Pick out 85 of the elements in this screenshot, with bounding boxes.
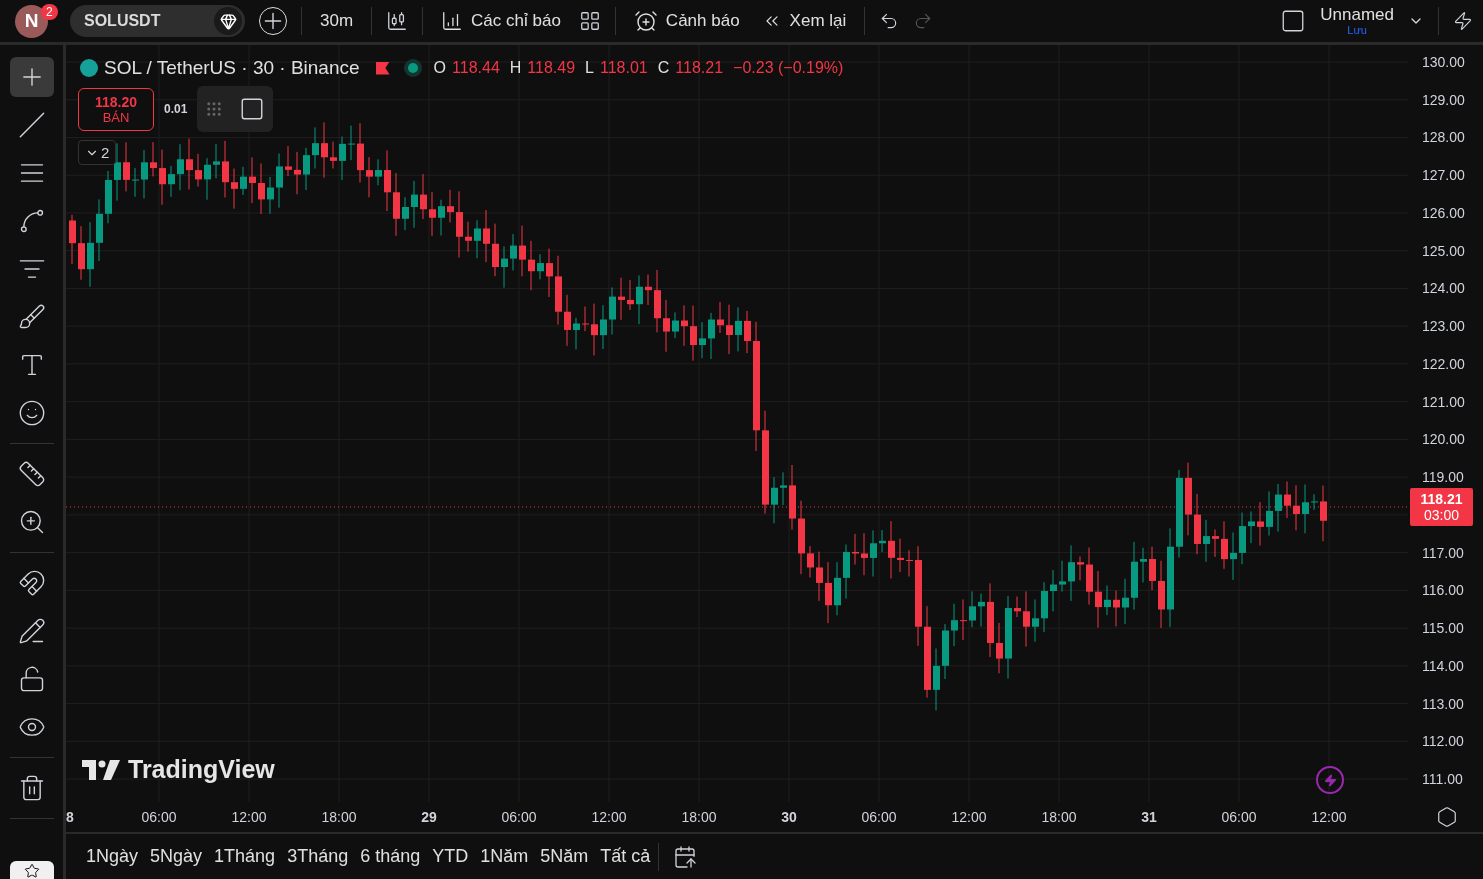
favorites-button[interactable] xyxy=(9,861,54,879)
candles-icon[interactable] xyxy=(386,10,409,32)
price-tick: 115.00 xyxy=(1422,620,1464,637)
crosshair-tool[interactable] xyxy=(9,57,54,97)
replay-button[interactable]: Xem lại xyxy=(757,7,851,35)
last-price-label: 118.21 03:00 xyxy=(1410,487,1473,526)
alert-button[interactable]: Cảnh báo xyxy=(629,5,744,37)
ohlc-label: H xyxy=(509,59,522,77)
price-tick: 119.00 xyxy=(1422,469,1464,486)
star-icon xyxy=(23,863,40,879)
time-tick: 12:00 xyxy=(950,809,988,825)
price-tick: 111.00 xyxy=(1422,771,1463,788)
range-button[interactable]: 1Ngày xyxy=(82,842,143,871)
price-tick: 130.00 xyxy=(1422,54,1465,70)
price-change: −0.23 (−0.19%) xyxy=(733,59,844,77)
ohlc-value: 118.44 xyxy=(452,59,500,77)
layout-grid-icon[interactable] xyxy=(578,10,601,32)
logo-text: TradingView xyxy=(128,755,275,784)
trend-line-icon xyxy=(17,111,46,139)
lightning-icon[interactable] xyxy=(1316,766,1344,794)
price-tick: 128.00 xyxy=(1422,129,1465,146)
ohlc-label: C xyxy=(657,59,670,77)
time-tick: 30 xyxy=(780,809,798,825)
symbol-logo-icon xyxy=(80,59,98,77)
time-tick: 31 xyxy=(1140,809,1158,825)
ruler-icon xyxy=(17,460,46,488)
price-tick: 123.00 xyxy=(1422,318,1465,335)
price-tick: 117.00 xyxy=(1422,544,1464,561)
range-button[interactable]: YTD xyxy=(428,842,473,871)
price-tick: 121.00 xyxy=(1422,393,1465,410)
ohlc-label: L xyxy=(585,59,594,77)
time-tick: 18:00 xyxy=(1040,809,1078,825)
sell-button[interactable]: 118.20 BÁN xyxy=(78,87,154,131)
indicators-toggle[interactable]: 2 xyxy=(78,140,117,165)
drag-handle-icon[interactable] xyxy=(205,100,224,118)
diamond-icon xyxy=(219,12,237,30)
range-button[interactable]: 5Năm xyxy=(536,842,593,871)
time-tick: 06:00 xyxy=(140,809,178,825)
price-tick: 122.00 xyxy=(1422,355,1465,372)
price-tick: 114.00 xyxy=(1422,657,1464,674)
ohlc-value: 118.49 xyxy=(527,59,576,77)
time-tick: 8 xyxy=(66,809,75,825)
range-button[interactable]: 1Năm xyxy=(476,842,533,871)
brush-icon xyxy=(17,303,46,331)
price-tick: 116.00 xyxy=(1422,582,1464,599)
notification-badge: 2 xyxy=(41,4,58,20)
price-tick: 112.00 xyxy=(1422,733,1464,750)
market-status-dot xyxy=(407,63,418,73)
magnet-icon xyxy=(17,569,46,597)
price-tick: 113.00 xyxy=(1422,695,1464,712)
time-tick: 06:00 xyxy=(500,809,538,825)
ohlc-label: O xyxy=(433,59,447,77)
range-button[interactable]: 5Ngày xyxy=(146,842,207,871)
layout-save-button[interactable]: Unnamed Lưu xyxy=(1320,6,1394,36)
time-tick: 12:00 xyxy=(230,809,268,825)
symbol-search[interactable]: SOLUSDT xyxy=(70,5,245,37)
time-tick: 18:00 xyxy=(680,809,718,825)
price-tick: 125.00 xyxy=(1422,242,1465,259)
time-tick: 29 xyxy=(420,809,438,825)
price-tick: 126.00 xyxy=(1422,204,1465,221)
alarm-clock-icon xyxy=(633,9,658,33)
calendar-icon[interactable] xyxy=(673,844,698,869)
logo-icon xyxy=(82,759,120,780)
spread-value: 0.01 xyxy=(164,102,188,116)
time-tick: 06:00 xyxy=(1220,809,1258,825)
range-button[interactable]: 1Tháng xyxy=(210,842,280,871)
price-tick: 129.00 xyxy=(1422,91,1465,108)
price-tick: 127.00 xyxy=(1422,167,1465,184)
range-button[interactable]: 6 tháng xyxy=(356,842,425,871)
time-tick: 06:00 xyxy=(860,809,898,825)
time-tick: 18:00 xyxy=(320,809,358,825)
range-button[interactable]: Tất cả xyxy=(596,842,655,871)
lightning-bolt-icon xyxy=(1323,773,1337,787)
chart-title: SOL / TetherUS · 30 · Binance xyxy=(104,57,360,79)
time-tick: 12:00 xyxy=(590,809,628,825)
interval-button[interactable]: 30m xyxy=(316,7,358,35)
indicators-button[interactable]: Các chỉ báo xyxy=(437,6,565,36)
smiley-icon xyxy=(17,399,46,427)
price-tick: 120.00 xyxy=(1422,431,1465,448)
bar-chart-icon xyxy=(441,10,464,32)
ohlc-value: 118.01 xyxy=(600,59,648,77)
price-tick: 124.00 xyxy=(1422,280,1465,297)
ohlc-value: 118.21 xyxy=(675,59,724,77)
range-button[interactable]: 3Tháng xyxy=(283,842,353,871)
time-tick: 12:00 xyxy=(1310,809,1348,825)
